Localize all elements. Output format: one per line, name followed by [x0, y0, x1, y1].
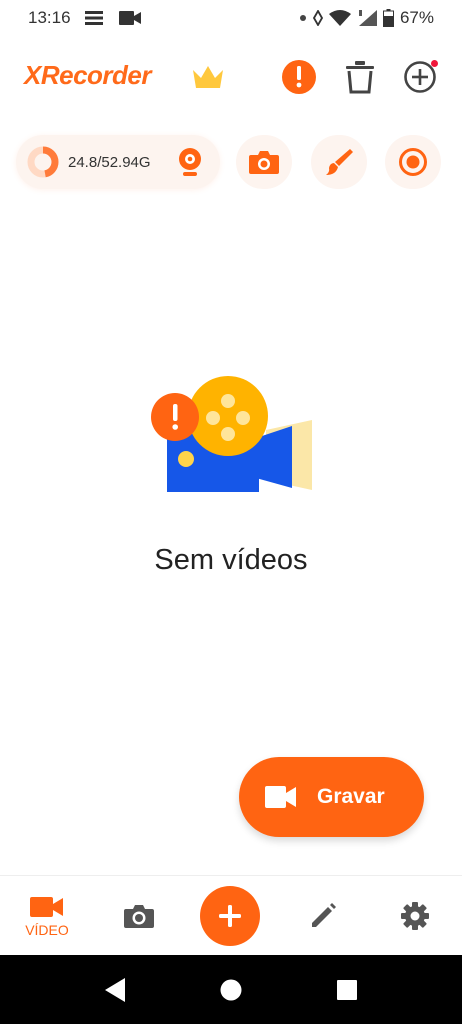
nav-edit-tab[interactable]	[302, 876, 344, 956]
status-time: 13:16	[28, 8, 71, 27]
nav-camera-tab[interactable]	[117, 876, 161, 956]
system-nav-bar	[0, 955, 462, 1024]
record-button[interactable]	[385, 135, 441, 189]
storage-ring-icon	[27, 146, 59, 178]
battery-percent: 67%	[399, 8, 434, 27]
app-header: XRecorder	[0, 52, 462, 102]
record-icon	[399, 148, 427, 176]
battery-icon	[382, 9, 394, 27]
notification-dot	[431, 60, 438, 67]
empty-video-illustration	[151, 376, 312, 492]
alert-icon	[282, 60, 316, 94]
camera-icon	[249, 151, 279, 174]
record-fab-label: Gravar	[317, 785, 385, 808]
status-bar: 13:16 67%	[0, 0, 462, 36]
storage-text: 24.8/52.94G	[68, 153, 151, 171]
add-button[interactable]	[401, 58, 439, 96]
bottom-nav: VÍDEO	[0, 875, 462, 955]
nav-video-label: VÍDEO	[25, 921, 69, 938]
toolbar: 24.8/52.94G	[0, 133, 462, 191]
brush-icon	[326, 149, 353, 175]
app-logo: XRecorder	[24, 60, 152, 90]
webcam-button[interactable]	[162, 135, 218, 189]
home-button[interactable]	[216, 975, 246, 1005]
signal-icon	[357, 10, 377, 26]
back-icon	[105, 978, 125, 1002]
notification-list-icon	[84, 10, 105, 26]
home-icon	[220, 979, 242, 1001]
vibrate-icon	[312, 10, 323, 26]
pencil-icon	[312, 903, 336, 927]
webcam-icon	[179, 148, 201, 176]
video-camera-icon	[265, 786, 296, 808]
camera-icon	[124, 905, 154, 928]
gear-icon	[401, 902, 429, 930]
nav-video-tab[interactable]: VÍDEO	[18, 876, 76, 956]
nav-settings-tab[interactable]	[394, 876, 436, 956]
nav-add-button[interactable]	[200, 886, 260, 946]
wifi-icon	[328, 10, 351, 26]
screenshot-button[interactable]	[236, 135, 292, 189]
record-fab-button[interactable]: Gravar	[239, 757, 424, 837]
dot-icon	[299, 14, 307, 22]
alert-button[interactable]	[280, 58, 318, 96]
recent-apps-button[interactable]	[332, 975, 362, 1005]
plus-icon	[219, 905, 241, 927]
empty-state-message: Sem vídeos	[154, 544, 308, 576]
video-icon	[30, 896, 63, 917]
crown-icon[interactable]	[191, 62, 225, 95]
recent-apps-icon	[337, 980, 357, 1000]
trash-button[interactable]	[341, 58, 379, 96]
brush-button[interactable]	[311, 135, 367, 189]
trash-icon	[346, 61, 374, 94]
back-button[interactable]	[100, 975, 130, 1005]
video-icon	[118, 10, 141, 26]
